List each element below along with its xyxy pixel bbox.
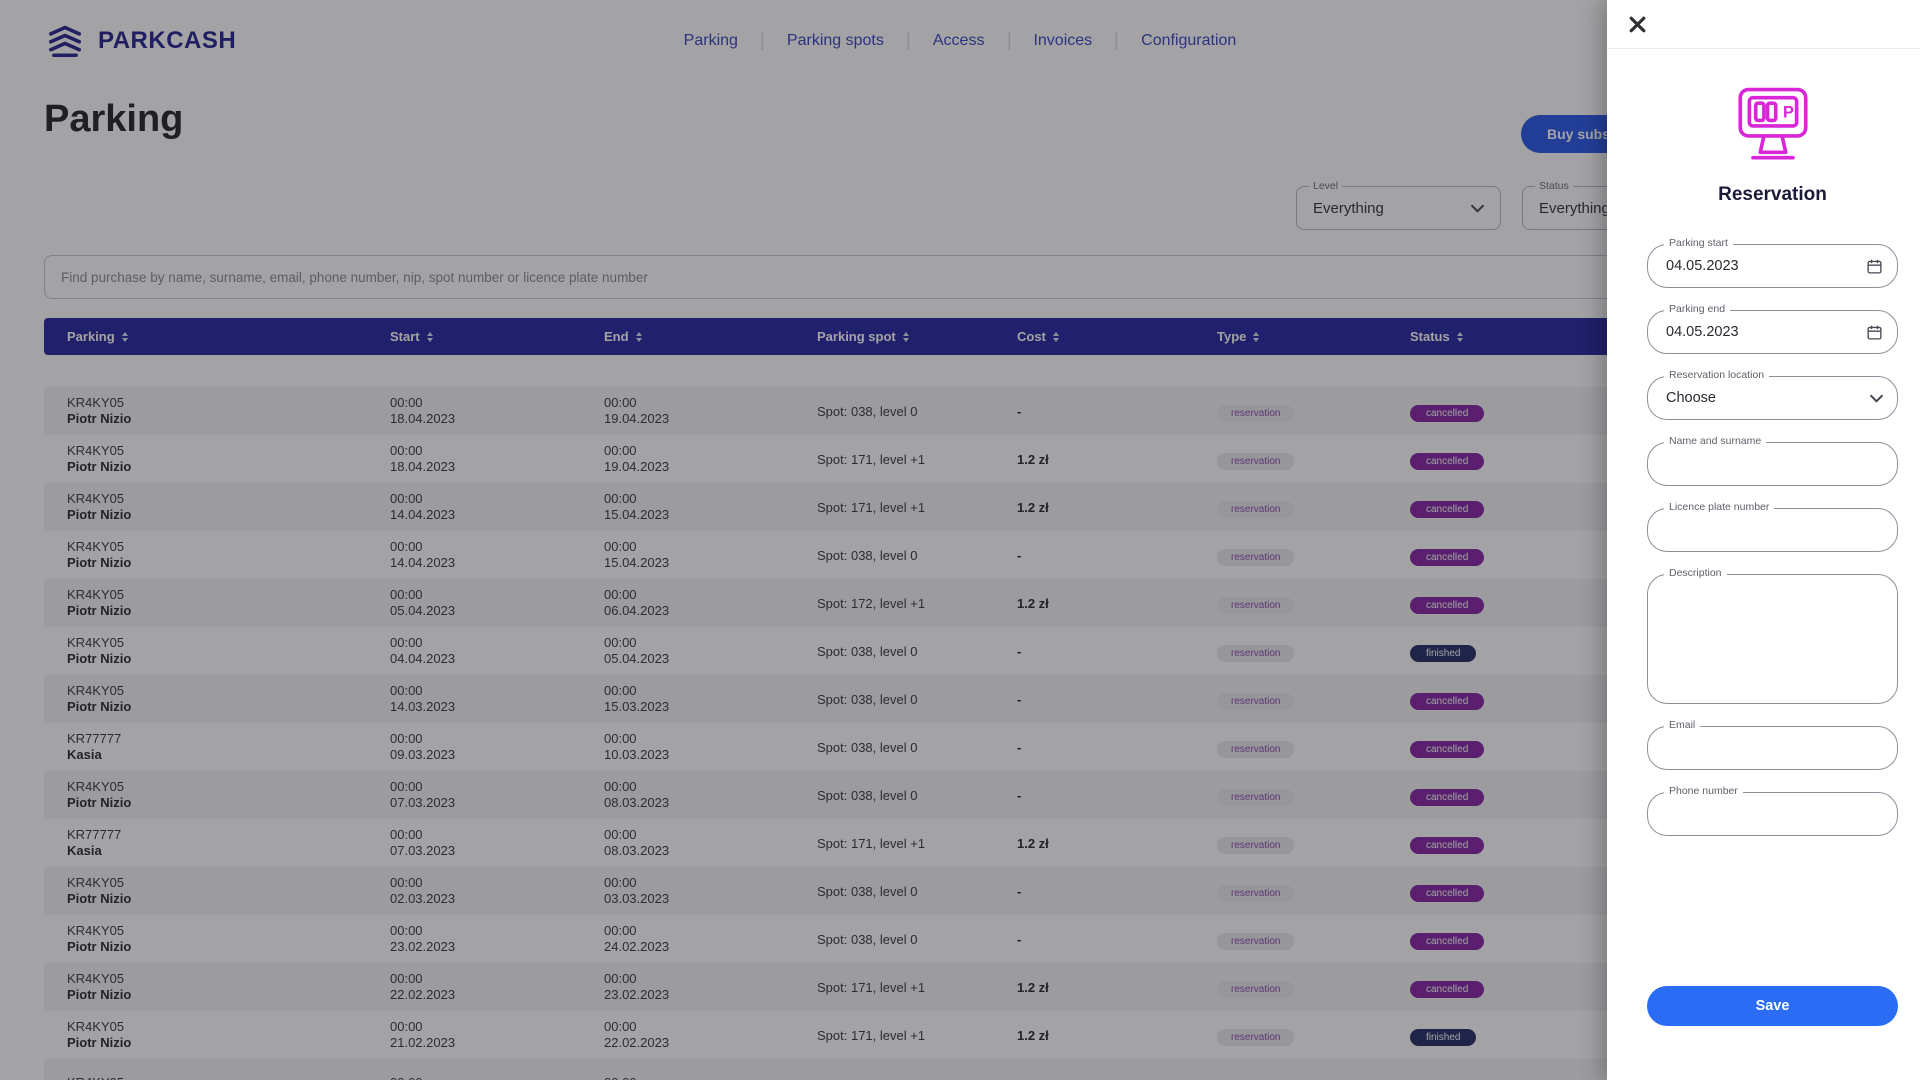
phone-number-field: Phone number bbox=[1647, 792, 1898, 836]
parking-meter-icon: P bbox=[1727, 85, 1819, 165]
email-field: Email bbox=[1647, 726, 1898, 770]
email-input[interactable] bbox=[1648, 727, 1897, 769]
description-field: Description bbox=[1647, 574, 1898, 704]
licence-plate-input[interactable] bbox=[1648, 509, 1897, 551]
reservation-drawer: P Reservation Parking start Parking end … bbox=[1607, 0, 1920, 1080]
parking-start-label: Parking start bbox=[1664, 237, 1733, 249]
drawer-hero: P Reservation bbox=[1647, 85, 1898, 206]
email-label: Email bbox=[1664, 719, 1700, 731]
description-label: Description bbox=[1664, 567, 1727, 579]
save-button[interactable]: Save bbox=[1647, 986, 1898, 1026]
calendar-icon[interactable] bbox=[1866, 324, 1883, 341]
drawer-body: P Reservation Parking start Parking end … bbox=[1607, 49, 1920, 1026]
name-surname-field: Name and surname bbox=[1647, 442, 1898, 486]
reservation-location-value: Choose bbox=[1648, 377, 1897, 419]
close-button[interactable] bbox=[1623, 10, 1651, 38]
phone-number-label: Phone number bbox=[1664, 785, 1743, 797]
parking-end-input[interactable] bbox=[1648, 311, 1897, 353]
calendar-icon[interactable] bbox=[1866, 258, 1883, 275]
name-surname-input[interactable] bbox=[1648, 443, 1897, 485]
licence-plate-field: Licence plate number bbox=[1647, 508, 1898, 552]
chevron-down-icon bbox=[1870, 394, 1883, 403]
phone-number-input[interactable] bbox=[1648, 793, 1897, 835]
parking-end-field: Parking end bbox=[1647, 310, 1898, 354]
licence-plate-label: Licence plate number bbox=[1664, 501, 1774, 513]
drawer-header bbox=[1607, 0, 1920, 49]
reservation-location-select[interactable]: Reservation location Choose bbox=[1647, 376, 1898, 420]
parking-start-field: Parking start bbox=[1647, 244, 1898, 288]
parking-end-label: Parking end bbox=[1664, 303, 1730, 315]
svg-text:P: P bbox=[1783, 104, 1794, 122]
reservation-location-label: Reservation location bbox=[1664, 369, 1769, 381]
name-surname-label: Name and surname bbox=[1664, 435, 1766, 447]
close-icon bbox=[1627, 14, 1648, 35]
description-input[interactable] bbox=[1648, 575, 1897, 703]
drawer-title: Reservation bbox=[1647, 184, 1898, 206]
parking-start-input[interactable] bbox=[1648, 245, 1897, 287]
